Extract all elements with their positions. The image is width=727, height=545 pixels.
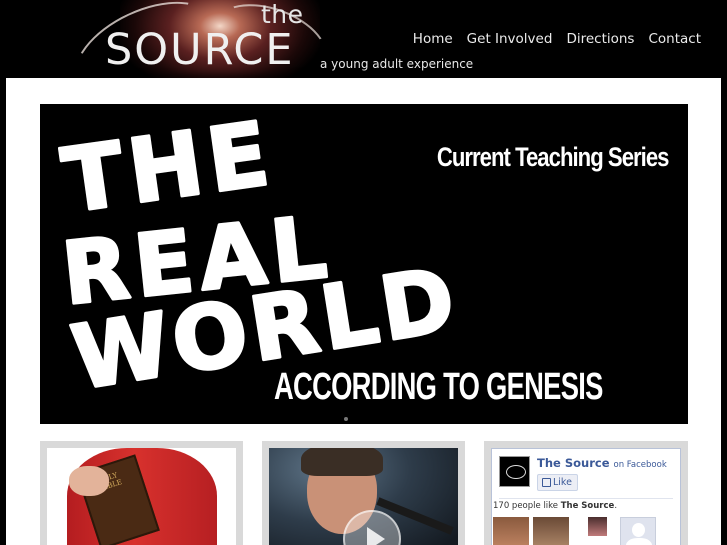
video-thumbnail[interactable] [269,448,458,545]
facebook-count-prefix: 170 people like [493,501,559,511]
facebook-count-name[interactable]: The Source [561,501,615,511]
slide-series-label: Current Teaching Series [436,142,669,172]
fan-avatar[interactable] [588,517,607,536]
facebook-like-label: Like [553,477,572,488]
hero-slider[interactable]: THE REAL WORLD Current Teaching Series A… [40,104,688,424]
singer-hair [301,448,383,476]
facebook-like-button[interactable]: Like [537,474,578,491]
thumbs-up-icon [542,478,551,487]
nav-directions[interactable]: Directions [566,31,634,47]
bible-photo[interactable]: HOLY BIBLE [47,448,236,545]
facebook-page-avatar[interactable] [499,456,530,487]
facebook-fan-faces [493,517,656,545]
site-header: the SOURCE a young adult experience Home… [0,0,727,80]
slider-pager-dot[interactable] [344,417,348,421]
feature-box-video [262,441,465,545]
facebook-count-suffix: . [614,501,618,511]
fan-avatar[interactable] [493,517,529,545]
nav-get-involved[interactable]: Get Involved [467,31,553,47]
facebook-page-name[interactable]: The Source on Facebook [537,456,667,470]
facebook-like-count: 170 people like The Source. [493,501,617,511]
main-nav: Home Get Involved Directions Contact [399,31,701,47]
site-tagline: a young adult experience [320,57,474,71]
photo-hand [69,466,109,496]
default-avatar-icon[interactable] [620,517,656,545]
slide-subtitle: ACCORDING TO GENESIS [274,366,603,408]
facebook-header: The Source on Facebook Like [499,455,673,499]
feature-box-bible: HOLY BIBLE [40,441,243,545]
logo-source-text: SOURCE [105,25,295,75]
nav-home[interactable]: Home [413,31,453,47]
fan-avatar[interactable] [533,517,569,545]
facebook-page-name-text[interactable]: The Source [537,456,610,470]
feature-box-facebook: The Source on Facebook Like 170 people l… [484,441,688,545]
nav-contact[interactable]: Contact [648,31,701,47]
facebook-like-box: The Source on Facebook Like 170 people l… [491,448,681,545]
facebook-on-label[interactable]: on Facebook [614,460,667,470]
main-content: THE REAL WORLD Current Teaching Series A… [6,78,721,545]
